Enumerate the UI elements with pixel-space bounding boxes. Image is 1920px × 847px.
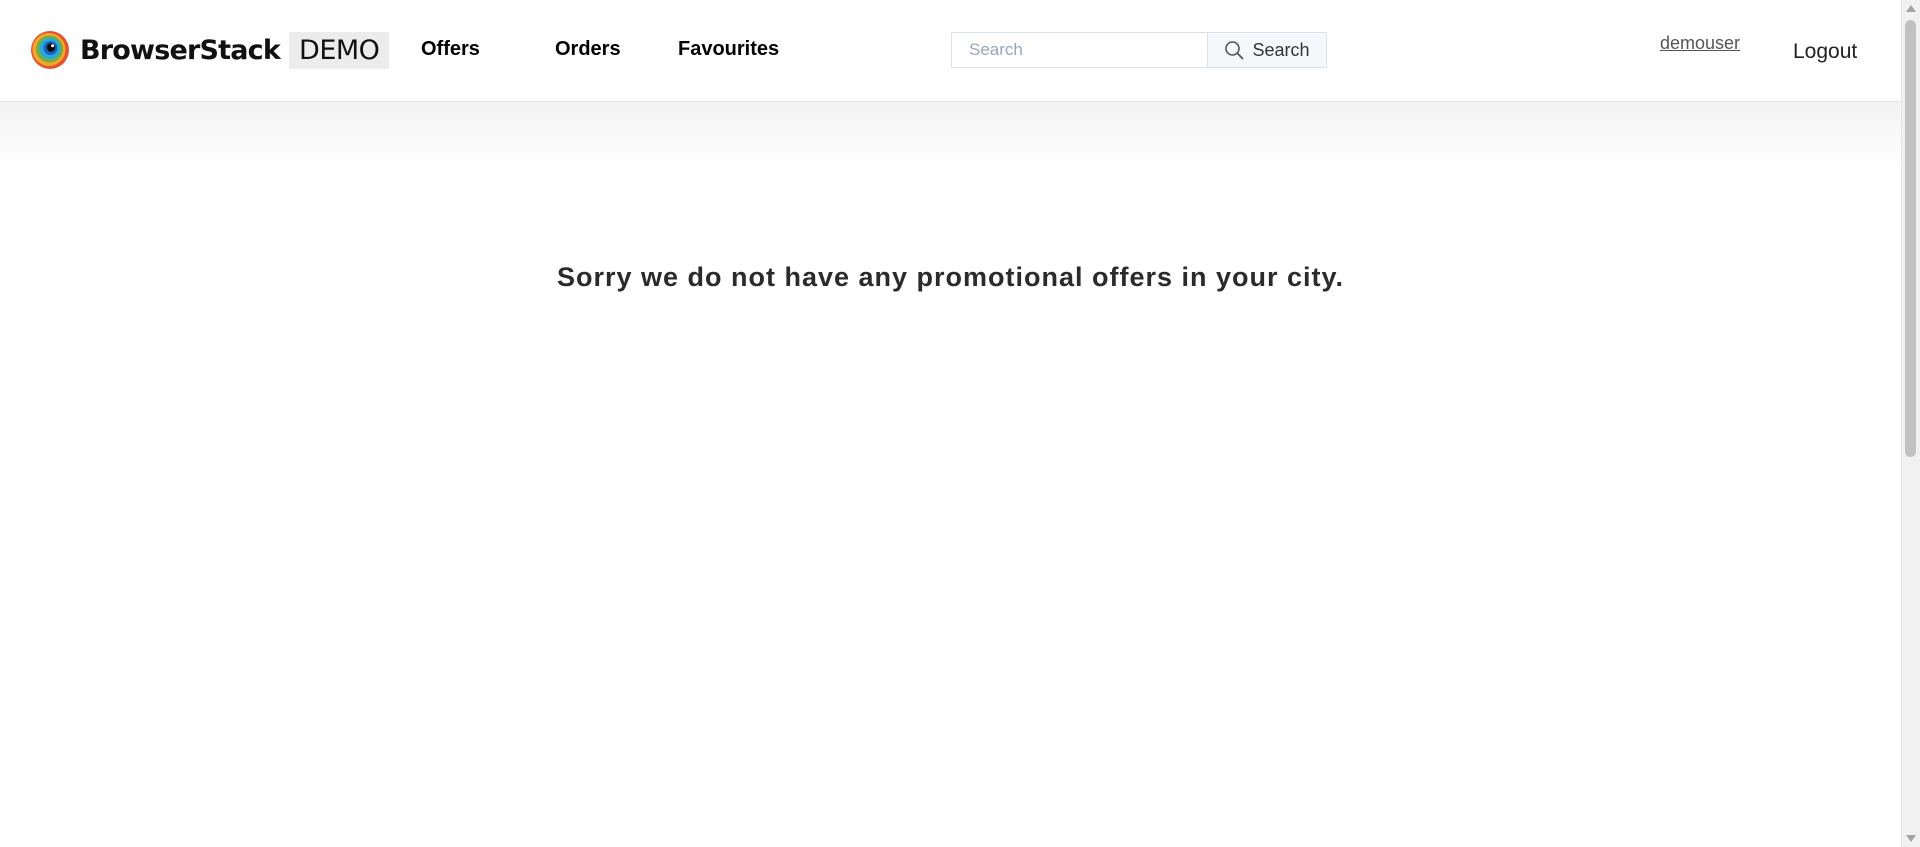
nav-favourites-link[interactable]: Favourites (678, 38, 779, 61)
scroll-up-arrow-icon[interactable] (1906, 5, 1916, 12)
search-bar: Search (951, 32, 1327, 68)
scroll-down-arrow-icon[interactable] (1906, 835, 1916, 842)
brand-logo-link[interactable]: BrowserStack DEMO (30, 28, 390, 72)
search-input[interactable] (952, 33, 1207, 67)
nav-offers-link[interactable]: Offers (421, 38, 480, 61)
scrollbar-thumb[interactable] (1905, 20, 1916, 457)
nav-orders-link[interactable]: Orders (555, 38, 621, 61)
top-navbar: BrowserStack DEMO Offers Orders Favourit… (0, 0, 1901, 102)
brand-name: BrowserStack (80, 34, 281, 66)
search-button-label: Search (1252, 39, 1310, 60)
search-button[interactable]: Search (1207, 33, 1326, 67)
username-link[interactable]: demouser (1660, 33, 1740, 54)
vertical-scrollbar[interactable] (1901, 0, 1920, 847)
no-offers-message: Sorry we do not have any promotional off… (556, 262, 1345, 292)
search-icon (1225, 41, 1244, 60)
logout-link[interactable]: Logout (1793, 40, 1857, 64)
demo-badge: DEMO (289, 31, 390, 69)
browserstack-logo-icon (31, 31, 69, 69)
header-shadow (0, 102, 1901, 172)
